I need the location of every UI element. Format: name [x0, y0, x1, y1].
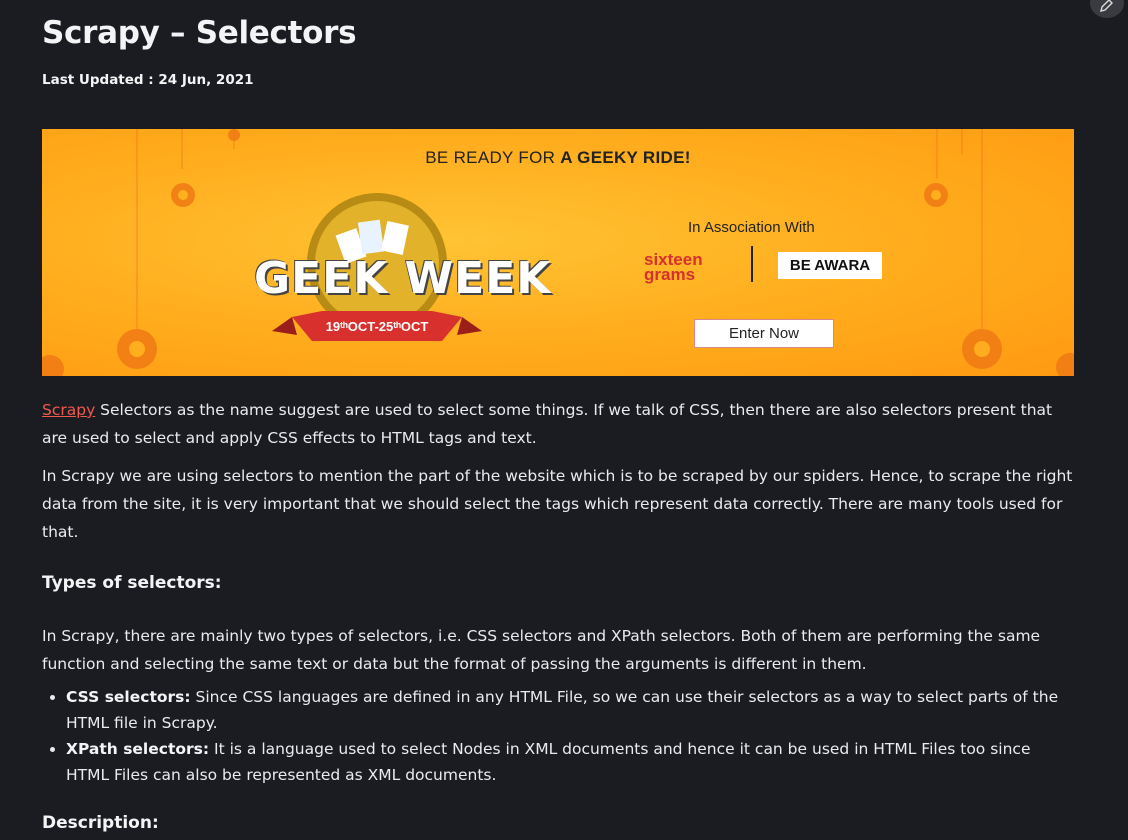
- event-name: GEEK WEEK: [254, 253, 552, 304]
- sponsor-divider: [751, 246, 753, 282]
- article: Scrapy – Selectors Last Updated : 24 Jun…: [42, 0, 1076, 833]
- association-text: In Association With: [688, 219, 815, 236]
- scrapy-link[interactable]: Scrapy: [42, 401, 95, 419]
- last-updated: Last Updated : 24 Jun, 2021: [42, 72, 254, 88]
- types-paragraph: In Scrapy, there are mainly two types of…: [42, 627, 1041, 673]
- sponsor-be-awara-logo: BE AWARA: [778, 252, 882, 279]
- selector-types-list: CSS selectors: Since CSS languages are d…: [42, 684, 1076, 788]
- selectors-paragraph: In Scrapy we are using selectors to ment…: [42, 467, 1073, 541]
- enter-now-button[interactable]: Enter Now: [694, 319, 834, 348]
- article-title: Scrapy – Selectors: [42, 15, 357, 51]
- event-dates: 19ᵗʰOCT-25ᵗʰOCT: [326, 319, 429, 334]
- banner-headline: BE READY FOR A GEEKY RIDE!: [425, 148, 691, 167]
- list-item: XPath selectors: It is a language used t…: [66, 736, 1076, 788]
- list-item: CSS selectors: Since CSS languages are d…: [66, 684, 1076, 736]
- intro-paragraph: Scrapy Selectors as the name suggest are…: [42, 401, 1053, 447]
- geek-week-banner[interactable]: BE READY FOR A GEEKY RIDE! 19ᵗʰOCT-25ᵗʰO…: [42, 129, 1074, 376]
- edit-button[interactable]: [1090, 0, 1124, 18]
- pencil-icon: [1100, 0, 1113, 12]
- types-heading: Types of selectors:: [42, 573, 222, 593]
- description-heading: Description:: [42, 813, 159, 833]
- sponsor-sixteen-grams-logo: sixteen grams: [644, 250, 703, 284]
